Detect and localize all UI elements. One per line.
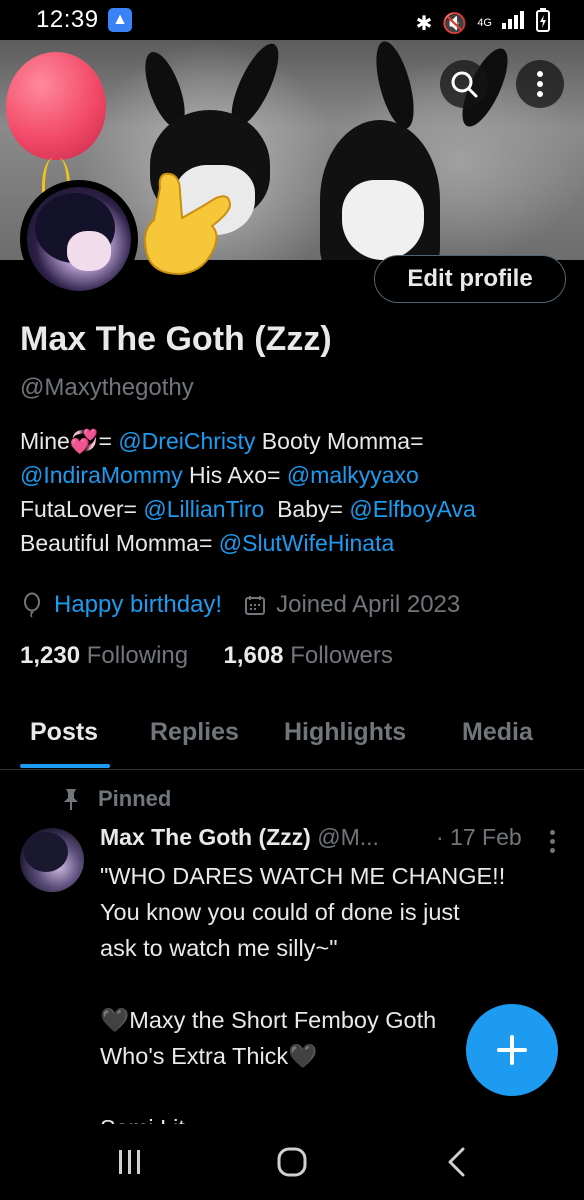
dot xyxy=(550,848,555,853)
dot xyxy=(550,839,555,844)
banner-character-face xyxy=(342,180,424,260)
bio-text: Booty Momma= xyxy=(255,428,424,454)
post-line: You know you could of done is just xyxy=(100,899,460,925)
bluetooth-icon: ✱ xyxy=(415,12,433,35)
followers-link[interactable]: 1,608 Followers xyxy=(223,642,392,669)
bio-text: FutaLover= xyxy=(20,496,144,522)
bio-text: His Axo= xyxy=(182,462,287,488)
birthday-link[interactable]: Happy birthday! xyxy=(54,591,222,619)
bio-line: FutaLover= @LillianTiro Baby= @ElfboyAva xyxy=(20,492,570,526)
recents-icon xyxy=(119,1150,140,1174)
post-author[interactable]: Max The Goth (Zzz) xyxy=(100,824,311,850)
post-avatar[interactable] xyxy=(20,828,84,892)
middle-finger-hand-icon xyxy=(144,172,232,276)
bio-line: Mine💞= @DreiChristy Booty Momma= xyxy=(20,424,570,458)
bio-text: Beautiful Momma= xyxy=(20,530,219,556)
mention-link[interactable]: @ElfboyAva xyxy=(349,496,476,522)
hearts-emoji: 💞 xyxy=(69,428,99,454)
rocket-icon: ▲ xyxy=(108,8,132,32)
active-tab-indicator xyxy=(20,764,110,768)
profile-bio: Mine💞= @DreiChristy Booty Momma= @Indira… xyxy=(20,424,570,560)
home-button[interactable] xyxy=(262,1140,322,1184)
tab-posts[interactable]: Posts xyxy=(30,718,98,747)
bio-line: Beautiful Momma= @SlutWifeHinata xyxy=(20,526,570,560)
profile-handle: @Maxythegothy xyxy=(20,374,194,401)
tab-highlights[interactable]: Highlights xyxy=(284,718,406,747)
balloon-icon xyxy=(6,52,106,160)
post-more-button[interactable] xyxy=(550,830,556,853)
profile-avatar[interactable] xyxy=(20,180,138,298)
post-handle[interactable]: @M... xyxy=(317,824,379,850)
signal-icon xyxy=(502,11,526,35)
bio-line: @IndiraMommy His Axo= @malkyyaxo xyxy=(20,458,570,492)
bio-text: Mine xyxy=(20,428,70,454)
joined-date: Joined April 2023 xyxy=(276,591,461,618)
calendar-icon xyxy=(245,596,266,615)
back-button[interactable] xyxy=(426,1140,486,1184)
pin-icon xyxy=(64,789,78,810)
post-body[interactable]: "WHO DARES WATCH ME CHANGE!! You know yo… xyxy=(100,858,570,1146)
plus-icon xyxy=(497,1035,527,1065)
post-line: "WHO DARES WATCH ME CHANGE!! xyxy=(100,863,506,889)
more-vertical-icon xyxy=(537,71,543,97)
post-header: Max The Goth (Zzz) @M... · 17 Feb xyxy=(100,824,570,856)
followers-count: 1,608 xyxy=(223,642,284,669)
mention-link[interactable]: @DreiChristy xyxy=(118,428,255,454)
bio-text: Baby= xyxy=(264,496,350,522)
avatar-face xyxy=(67,231,111,271)
pinned-indicator: Pinned xyxy=(62,786,171,812)
status-bar: 12:39 ▲ ✱ 🔇 4G xyxy=(0,0,584,40)
recents-button[interactable] xyxy=(100,1140,160,1184)
follow-stats: 1,230 Following 1,608 Followers xyxy=(20,642,393,670)
tab-replies[interactable]: Replies xyxy=(150,718,239,747)
following-label: Following xyxy=(86,642,189,669)
tab-media[interactable]: Media xyxy=(462,718,533,747)
back-icon xyxy=(448,1147,465,1177)
edit-profile-button[interactable]: Edit profile xyxy=(374,255,566,303)
balloon-outline-icon xyxy=(24,592,40,618)
more-options-button[interactable] xyxy=(516,60,564,108)
4g-icon: 4G xyxy=(477,16,492,29)
display-name: Max The Goth (Zzz) xyxy=(20,320,332,358)
mention-link[interactable]: @SlutWifeHinata xyxy=(219,530,394,556)
post-line xyxy=(100,966,570,1002)
followers-label: Followers xyxy=(290,642,393,669)
mute-icon: 🔇 xyxy=(442,12,468,35)
pinned-label: Pinned xyxy=(98,786,172,811)
mention-link[interactable]: @LillianTiro xyxy=(143,496,264,522)
profile-tabs: Posts Replies Highlights Media xyxy=(0,710,584,770)
post-date[interactable]: · 17 Feb xyxy=(436,824,522,851)
post-line: ask to watch me silly~" xyxy=(100,935,338,961)
profile-meta: Happy birthday! Joined April 2023 xyxy=(20,588,460,622)
home-icon xyxy=(277,1147,307,1177)
battery-icon xyxy=(536,8,550,38)
search-icon xyxy=(451,71,478,98)
status-time: 12:39 xyxy=(36,6,99,33)
avatar-hair xyxy=(24,832,68,872)
bio-text: = xyxy=(98,428,119,454)
system-nav-bar xyxy=(0,1124,584,1200)
status-icons: ✱ 🔇 4G xyxy=(416,8,550,38)
dot xyxy=(550,830,555,835)
following-link[interactable]: 1,230 Following xyxy=(20,642,188,669)
compose-button[interactable] xyxy=(466,1004,558,1096)
avatar-image xyxy=(27,187,131,291)
search-button[interactable] xyxy=(440,60,488,108)
mention-link[interactable]: @malkyyaxo xyxy=(287,462,419,488)
following-count: 1,230 xyxy=(20,642,81,669)
mention-link[interactable]: @IndiraMommy xyxy=(20,462,183,488)
